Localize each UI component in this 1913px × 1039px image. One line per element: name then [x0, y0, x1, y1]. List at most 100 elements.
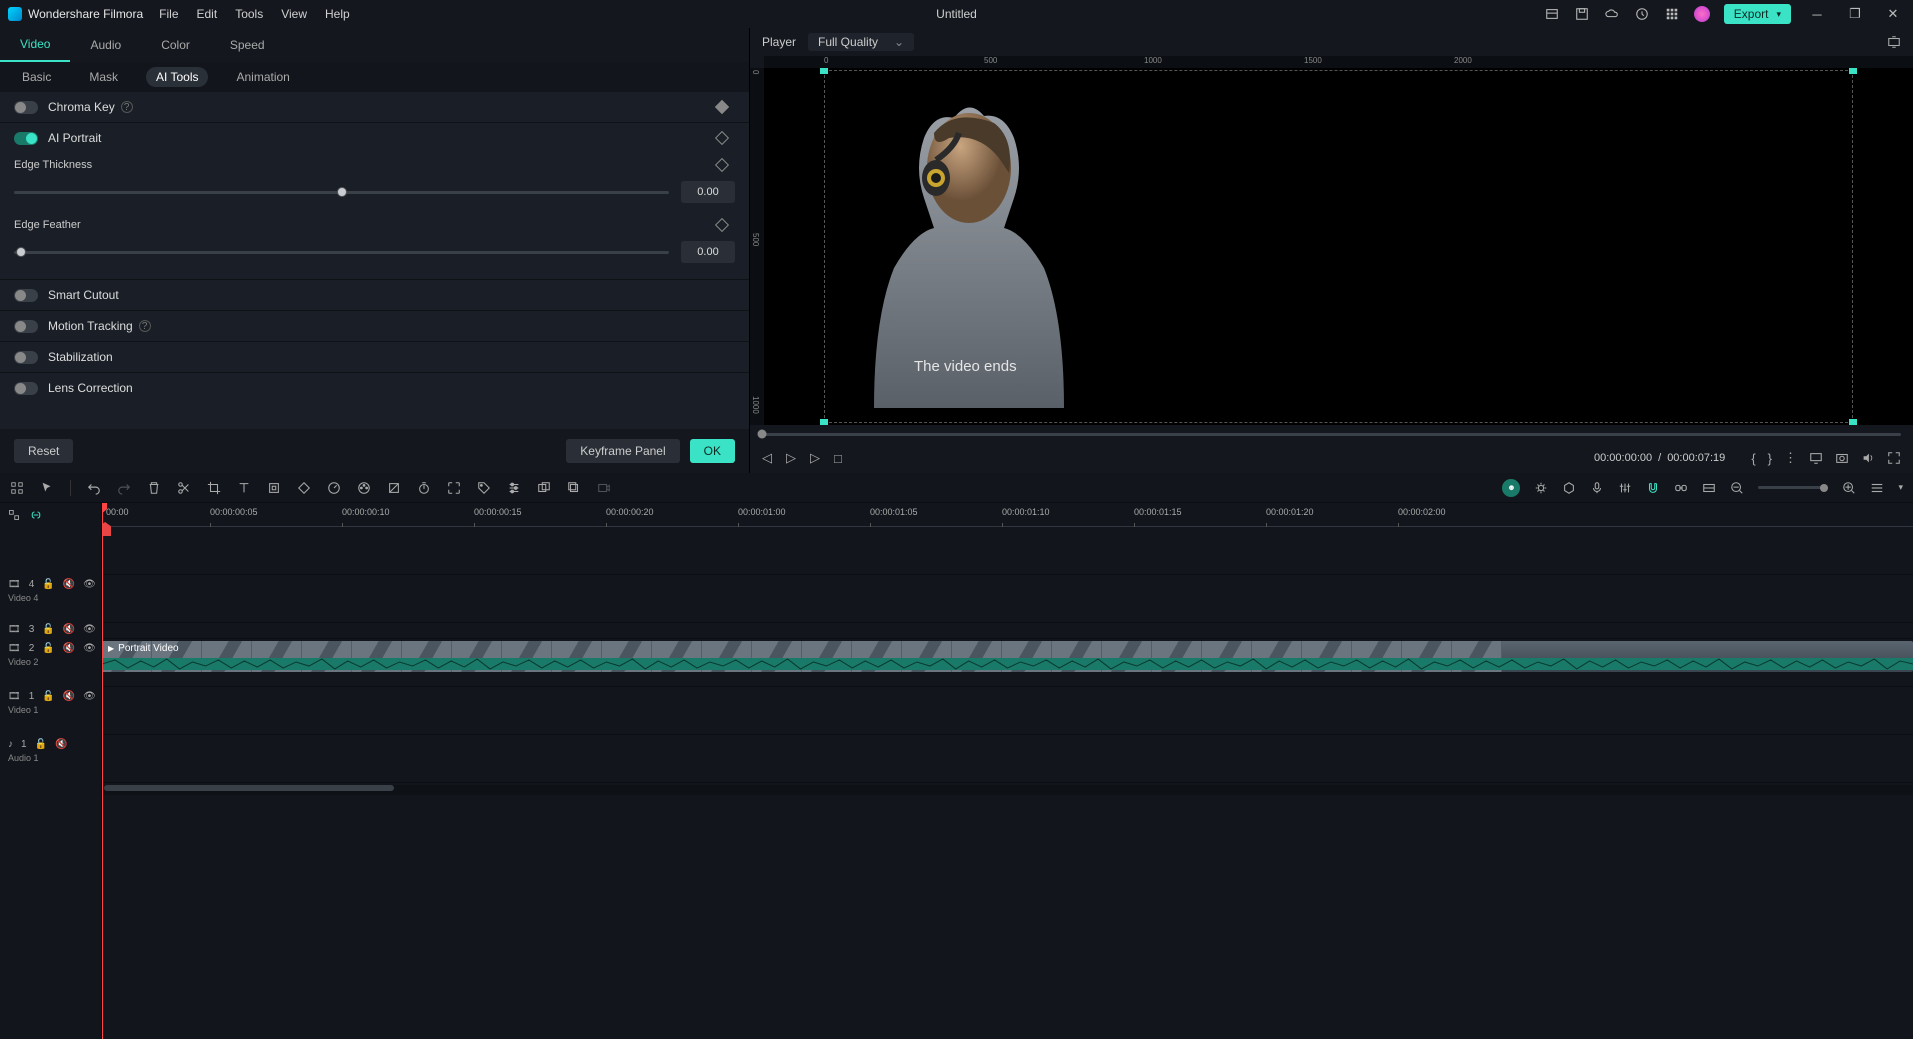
apps-icon[interactable]: [1664, 6, 1680, 22]
record-icon[interactable]: [597, 481, 611, 495]
mute-icon[interactable]: 🔇: [63, 624, 75, 635]
marker-menu-icon[interactable]: ⋮: [1784, 450, 1797, 466]
menu-edit[interactable]: Edit: [197, 7, 218, 21]
mic-icon[interactable]: [1590, 481, 1604, 495]
subtab-ai-tools[interactable]: AI Tools: [146, 67, 208, 87]
cloud-icon[interactable]: [1604, 6, 1620, 22]
expand-icon[interactable]: [1887, 35, 1901, 49]
track-video4[interactable]: [102, 575, 1913, 623]
subtab-basic[interactable]: Basic: [12, 67, 61, 87]
overlap-icon[interactable]: [1702, 481, 1716, 495]
menu-view[interactable]: View: [281, 7, 307, 21]
ok-button[interactable]: OK: [690, 439, 735, 463]
delete-icon[interactable]: [147, 481, 161, 495]
motion-tracking-toggle[interactable]: [14, 320, 38, 333]
zoom-out-icon[interactable]: [1730, 481, 1744, 495]
stop-icon[interactable]: □: [834, 451, 842, 466]
text-icon[interactable]: [237, 481, 251, 495]
list-view-icon[interactable]: [1870, 481, 1884, 495]
preview-scrubber[interactable]: [750, 425, 1913, 443]
quality-dropdown[interactable]: Full Quality: [808, 33, 914, 51]
undo-icon[interactable]: [87, 481, 101, 495]
next-frame-icon[interactable]: ▷: [810, 450, 820, 466]
edge-thickness-slider[interactable]: [14, 191, 669, 194]
mute-icon[interactable]: 🔇: [55, 739, 67, 750]
magnet-icon[interactable]: [1646, 481, 1660, 495]
volume-icon[interactable]: [1861, 451, 1875, 465]
lock-icon[interactable]: 🔓: [42, 691, 54, 702]
track-video1[interactable]: [102, 687, 1913, 735]
export-button[interactable]: Export: [1724, 4, 1791, 24]
edge-feather-slider[interactable]: [14, 251, 669, 254]
render-icon[interactable]: [1534, 481, 1548, 495]
keyframe-icon[interactable]: [297, 481, 311, 495]
edge-feather-keyframe[interactable]: [715, 218, 729, 232]
split-icon[interactable]: [177, 481, 191, 495]
group-icon[interactable]: [537, 481, 551, 495]
audio-mixer-icon[interactable]: [1618, 481, 1632, 495]
color-icon[interactable]: [357, 481, 371, 495]
resize-handle-bl[interactable]: [820, 419, 828, 425]
tab-color[interactable]: Color: [141, 28, 210, 62]
cursor-tool-icon[interactable]: [40, 481, 54, 495]
track-video2[interactable]: Portrait Video: [102, 639, 1913, 687]
window-maximize[interactable]: ❐: [1843, 6, 1867, 22]
zoom-in-icon[interactable]: [1842, 481, 1856, 495]
preview-canvas[interactable]: The video ends: [764, 68, 1913, 425]
zoom-slider[interactable]: [1758, 486, 1828, 489]
tab-speed[interactable]: Speed: [210, 28, 285, 62]
speed-icon[interactable]: [327, 481, 341, 495]
playhead[interactable]: [102, 503, 103, 1039]
lock-icon[interactable]: 🔓: [35, 739, 47, 750]
chroma-key-keyframe[interactable]: [715, 100, 729, 114]
select-tool-icon[interactable]: [10, 481, 24, 495]
link-icon[interactable]: [1674, 481, 1688, 495]
tab-video[interactable]: Video: [0, 28, 70, 62]
lock-icon[interactable]: 🔓: [42, 579, 54, 590]
timeline-scrollbar[interactable]: [102, 785, 1913, 795]
effects-icon[interactable]: [387, 481, 401, 495]
redo-icon[interactable]: [117, 481, 131, 495]
crop-icon[interactable]: [207, 481, 221, 495]
visibility-icon[interactable]: 👁: [83, 624, 96, 635]
lock-icon[interactable]: 🔓: [42, 643, 54, 654]
keyframe-panel-button[interactable]: Keyframe Panel: [566, 439, 679, 463]
window-close[interactable]: ✕: [1881, 6, 1905, 22]
save-icon[interactable]: [1574, 6, 1590, 22]
window-minimize[interactable]: ─: [1805, 7, 1829, 22]
mark-out-icon[interactable]: }: [1768, 451, 1772, 466]
menu-tools[interactable]: Tools: [235, 7, 263, 21]
fullscreen-icon[interactable]: [1887, 451, 1901, 465]
subtab-mask[interactable]: Mask: [79, 67, 128, 87]
timeline-ruler[interactable]: 00:00 00:00:00:05 00:00:00:10 00:00:00:1…: [102, 503, 1913, 527]
resize-handle-tl[interactable]: [820, 68, 828, 74]
display-icon[interactable]: [1809, 451, 1823, 465]
crop-zoom-icon[interactable]: [267, 481, 281, 495]
lens-correction-toggle[interactable]: [14, 382, 38, 395]
smart-cutout-toggle[interactable]: [14, 289, 38, 302]
track-link-icon[interactable]: [30, 509, 42, 521]
menu-help[interactable]: Help: [325, 7, 350, 21]
visibility-icon[interactable]: 👁: [83, 579, 96, 590]
resize-handle-tr[interactable]: [1849, 68, 1857, 74]
tag-icon[interactable]: [477, 481, 491, 495]
track-filter-icon[interactable]: [8, 509, 20, 521]
fit-icon[interactable]: [447, 481, 461, 495]
visibility-icon[interactable]: 👁: [83, 691, 96, 702]
visibility-icon[interactable]: 👁: [83, 643, 96, 654]
adjust-icon[interactable]: [507, 481, 521, 495]
ai-portrait-keyframe[interactable]: [715, 131, 729, 145]
ai-portrait-toggle[interactable]: [14, 132, 38, 145]
stabilization-toggle[interactable]: [14, 351, 38, 364]
lock-icon[interactable]: 🔓: [42, 624, 54, 635]
edge-thickness-value[interactable]: 0.00: [681, 181, 735, 203]
help-icon[interactable]: ?: [121, 101, 133, 113]
timer-icon[interactable]: [417, 481, 431, 495]
edge-thickness-keyframe[interactable]: [715, 158, 729, 172]
edge-feather-value[interactable]: 0.00: [681, 241, 735, 263]
mute-icon[interactable]: 🔇: [63, 643, 75, 654]
duplicate-icon[interactable]: [567, 481, 581, 495]
chroma-key-toggle[interactable]: [14, 101, 38, 114]
play-icon[interactable]: ▷: [786, 450, 796, 466]
menu-file[interactable]: File: [159, 7, 178, 21]
